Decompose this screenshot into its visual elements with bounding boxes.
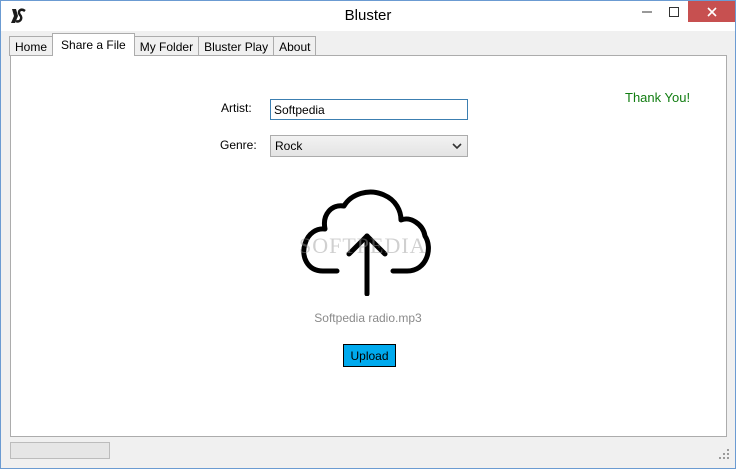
status-progress-bar	[10, 442, 110, 459]
close-icon	[706, 6, 717, 17]
watermark-text: SOFTPEDIA	[299, 233, 427, 258]
close-button[interactable]	[688, 1, 735, 22]
artist-label: Artist:	[221, 101, 252, 115]
thank-you-label: Thank You!	[625, 90, 691, 105]
tab-share-a-file[interactable]: Share a File	[52, 33, 135, 56]
maximize-button[interactable]	[661, 1, 687, 22]
tab-home[interactable]: Home	[9, 36, 54, 56]
share-a-file-panel: Thank You! Artist: Genre: Rock SOFTPEDIA…	[10, 55, 727, 437]
selected-file-name: Softpedia radio.mp3	[314, 311, 422, 325]
chevron-down-icon	[452, 143, 462, 150]
window-title: Bluster	[344, 7, 392, 24]
tab-bluster-play[interactable]: Bluster Play	[198, 36, 275, 56]
artist-field[interactable]	[270, 99, 468, 120]
resize-grip-icon[interactable]	[718, 448, 730, 460]
genre-select[interactable]: Rock	[270, 135, 468, 157]
genre-selected-value: Rock	[275, 139, 303, 153]
title-bar: Bluster	[1, 1, 735, 31]
upload-button[interactable]: Upload	[343, 344, 396, 367]
maximize-icon	[669, 6, 679, 17]
app-window: Bluster Home Share a File My Folder Blus…	[0, 0, 736, 469]
tab-about[interactable]: About	[273, 36, 317, 56]
tab-my-folder[interactable]: My Folder	[133, 36, 200, 56]
minimize-icon	[642, 11, 652, 12]
tab-strip: Home Share a File My Folder Bluster Play…	[9, 33, 317, 56]
minimize-button[interactable]	[634, 1, 660, 22]
genre-label: Genre:	[220, 138, 257, 152]
